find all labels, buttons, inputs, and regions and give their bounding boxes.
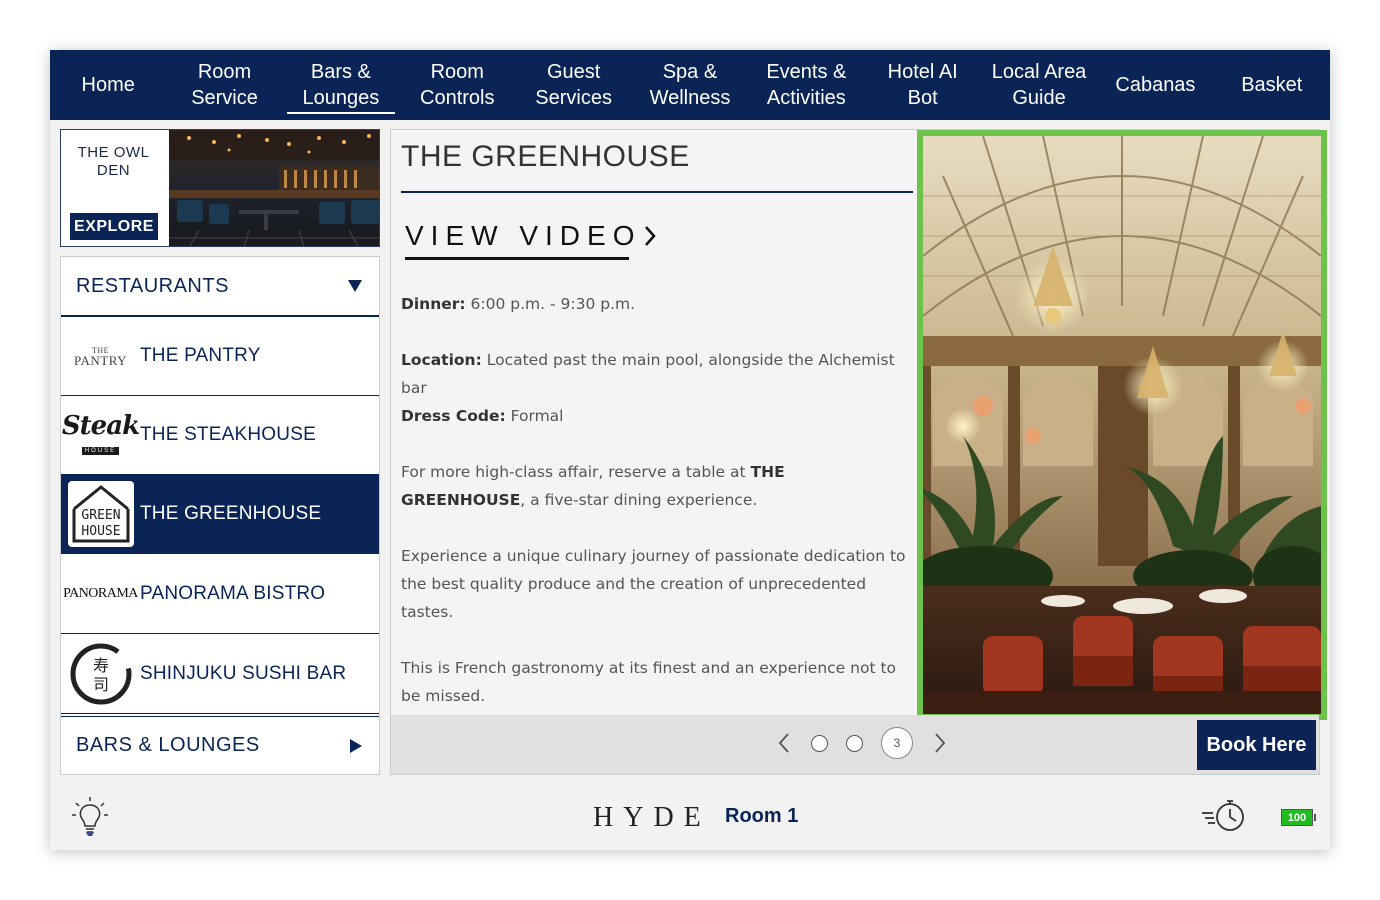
bars-lounges-label: BARS & LOUNGES	[76, 734, 260, 756]
nav-bars-lounges[interactable]: Bars & Lounges	[283, 50, 399, 120]
svg-text:HOUSE: HOUSE	[81, 524, 120, 539]
view-video-label: VIEW VIDEO	[405, 220, 642, 251]
location-label: Location:	[401, 351, 482, 369]
sidebar-item-label: THE PANTRY	[140, 345, 261, 366]
book-here-button[interactable]: Book Here	[1197, 720, 1316, 770]
carousel-prev-button[interactable]	[775, 727, 793, 759]
image-carousel-controls: 3	[775, 727, 949, 759]
dress-code-label: Dress Code:	[401, 407, 506, 425]
view-video-underline	[405, 257, 629, 260]
featured-venue-card[interactable]: THE OWL DEN EXPLORE	[60, 129, 380, 247]
sidebar-item-label: THE GREENHOUSE	[140, 503, 322, 524]
carousel-dot-1[interactable]	[811, 734, 828, 752]
carousel-next-button[interactable]	[931, 727, 949, 759]
nav-spa-wellness[interactable]: Spa & Wellness	[632, 50, 748, 120]
sidebar-item-label: THE STEAKHOUSE	[140, 424, 316, 445]
nav-hotel-ai-bot[interactable]: Hotel AI Bot	[865, 50, 981, 120]
sushi-logo: 寿 司	[61, 635, 140, 714]
greenhouse-logo: GREEN HOUSE	[61, 475, 140, 554]
dinner-hours: 6:00 p.m. - 9:30 p.m.	[470, 295, 636, 313]
nav-room-controls[interactable]: Room Controls	[399, 50, 515, 120]
sidebar-item-panorama-bistro[interactable]: PANORAMA PANORAMA BISTRO	[61, 555, 379, 634]
bars-lounges-expander[interactable]: BARS & LOUNGES	[61, 716, 379, 774]
caret-down-icon	[348, 280, 362, 292]
carousel-dot-current[interactable]: 3	[881, 727, 913, 759]
carousel-bar: 3 Book Here	[391, 715, 1319, 774]
dress-code-value: Formal	[510, 407, 564, 425]
nav-local-area-guide[interactable]: Local Area Guide	[981, 50, 1097, 120]
footer-bar: HYDE Room 1 100	[50, 785, 1330, 850]
nav-room-service[interactable]: Room Service	[166, 50, 282, 120]
clock-speed-icon[interactable]	[1200, 797, 1248, 835]
description-paragraph-3: This is French gastronomy at its finest …	[401, 659, 897, 705]
sidebar-item-label: PANORAMA BISTRO	[140, 583, 326, 604]
sidebar-item-the-pantry[interactable]: THE PANTRY THE PANTRY	[61, 317, 379, 396]
nav-basket[interactable]: Basket	[1214, 50, 1330, 120]
featured-venue-name: THE OWL DEN	[77, 144, 150, 179]
restaurant-sidebar: RESTAURANTS THE PANTRY THE PANTRY Steak H…	[60, 256, 380, 775]
lightbulb-icon[interactable]	[70, 795, 110, 839]
panorama-logo: PANORAMA	[63, 586, 138, 601]
nav-cabanas[interactable]: Cabanas	[1097, 50, 1213, 120]
nav-events-activities[interactable]: Events & Activities	[748, 50, 864, 120]
battery-icon: 100	[1281, 809, 1316, 826]
pantry-logo: THE PANTRY	[73, 346, 128, 368]
title-divider	[401, 191, 913, 193]
room-label: Room 1	[725, 805, 799, 827]
restaurants-label: RESTAURANTS	[76, 274, 229, 297]
carousel-dot-2[interactable]	[846, 734, 863, 752]
description-paragraph-2: Experience a unique culinary journey of …	[401, 547, 906, 621]
page-title: THE GREENHOUSE	[401, 140, 690, 173]
sidebar-item-the-greenhouse[interactable]: GREEN HOUSE THE GREENHOUSE	[61, 475, 379, 554]
nav-guest-services[interactable]: Guest Services	[515, 50, 631, 120]
venue-photo-frame	[917, 130, 1327, 720]
svg-text:GREEN: GREEN	[81, 508, 120, 523]
restaurants-dropdown[interactable]: RESTAURANTS	[61, 257, 379, 317]
explore-button[interactable]: EXPLORE	[70, 213, 158, 240]
app-window: Home Room Service Bars & Lounges Room Co…	[50, 50, 1330, 850]
hotel-brand: HYDE	[593, 802, 711, 833]
steakhouse-logo: Steak HOUSE	[61, 411, 140, 455]
description-paragraph-1: For more high-class affair, reserve a ta…	[401, 463, 785, 509]
svg-text:司: 司	[92, 675, 108, 694]
venue-detail-panel: THE GREENHOUSE VIEW VIDEO Dinner: 6:00 p…	[390, 129, 1327, 775]
chevron-right-icon	[645, 226, 657, 246]
view-video-link[interactable]: VIEW VIDEO	[405, 220, 657, 252]
venue-photo	[923, 136, 1321, 714]
sidebar-item-shinjuku-sushi-bar[interactable]: 寿 司 SHINJUKU SUSHI BAR	[61, 635, 379, 714]
sidebar-item-label: SHINJUKU SUSHI BAR	[140, 663, 347, 684]
dinner-label: Dinner:	[401, 295, 466, 313]
top-nav: Home Room Service Bars & Lounges Room Co…	[50, 50, 1330, 120]
nav-home[interactable]: Home	[50, 50, 166, 120]
sidebar-item-the-steakhouse[interactable]: Steak HOUSE THE STEAKHOUSE	[61, 396, 379, 475]
venue-details: Dinner: 6:00 p.m. - 9:30 p.m. Location: …	[401, 290, 911, 738]
chevron-right-icon	[935, 733, 946, 753]
featured-venue-photo	[169, 130, 379, 246]
chevron-left-icon	[778, 733, 789, 753]
svg-text:寿: 寿	[92, 656, 108, 675]
caret-right-icon	[350, 738, 362, 753]
